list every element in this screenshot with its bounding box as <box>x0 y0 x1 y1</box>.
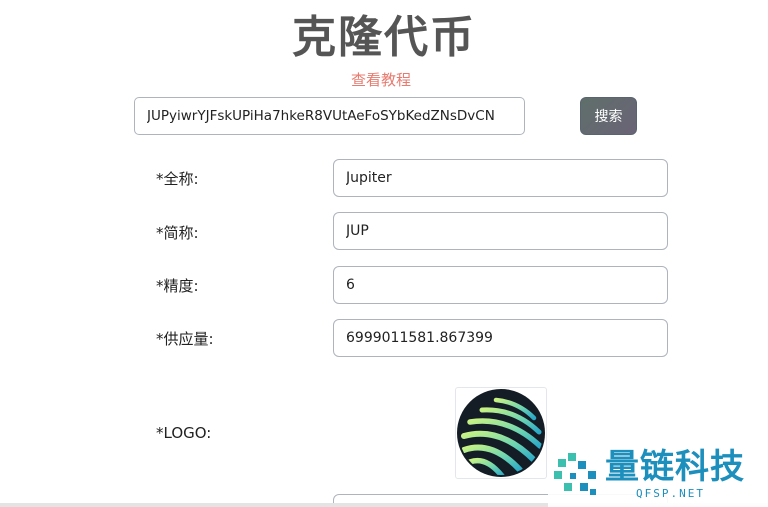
decimals-input[interactable] <box>333 266 668 304</box>
full-name-label: *全称: <box>156 170 199 188</box>
token-address-input[interactable] <box>134 97 525 135</box>
watermark-brand: 量链科技 <box>605 447 745 487</box>
supply-label: *供应量: <box>156 330 214 348</box>
page-title: 克隆代币 <box>292 12 476 63</box>
jupiter-logo-icon <box>457 389 545 477</box>
supply-input[interactable] <box>333 319 668 357</box>
full-name-input[interactable] <box>333 159 668 197</box>
logo-upload[interactable] <box>455 387 547 479</box>
decimals-label: *精度: <box>156 277 199 295</box>
logo-label: *LOGO: <box>156 424 212 442</box>
symbol-input[interactable] <box>333 212 668 250</box>
watermark: 量链科技 QFSP.NET <box>548 446 768 507</box>
qfsp-logo-icon <box>554 453 596 495</box>
symbol-label: *简称: <box>156 224 199 242</box>
tutorial-link[interactable]: 查看教程 <box>0 69 762 90</box>
search-button[interactable]: 搜索 <box>580 97 637 135</box>
watermark-domain: QFSP.NET <box>636 487 705 500</box>
